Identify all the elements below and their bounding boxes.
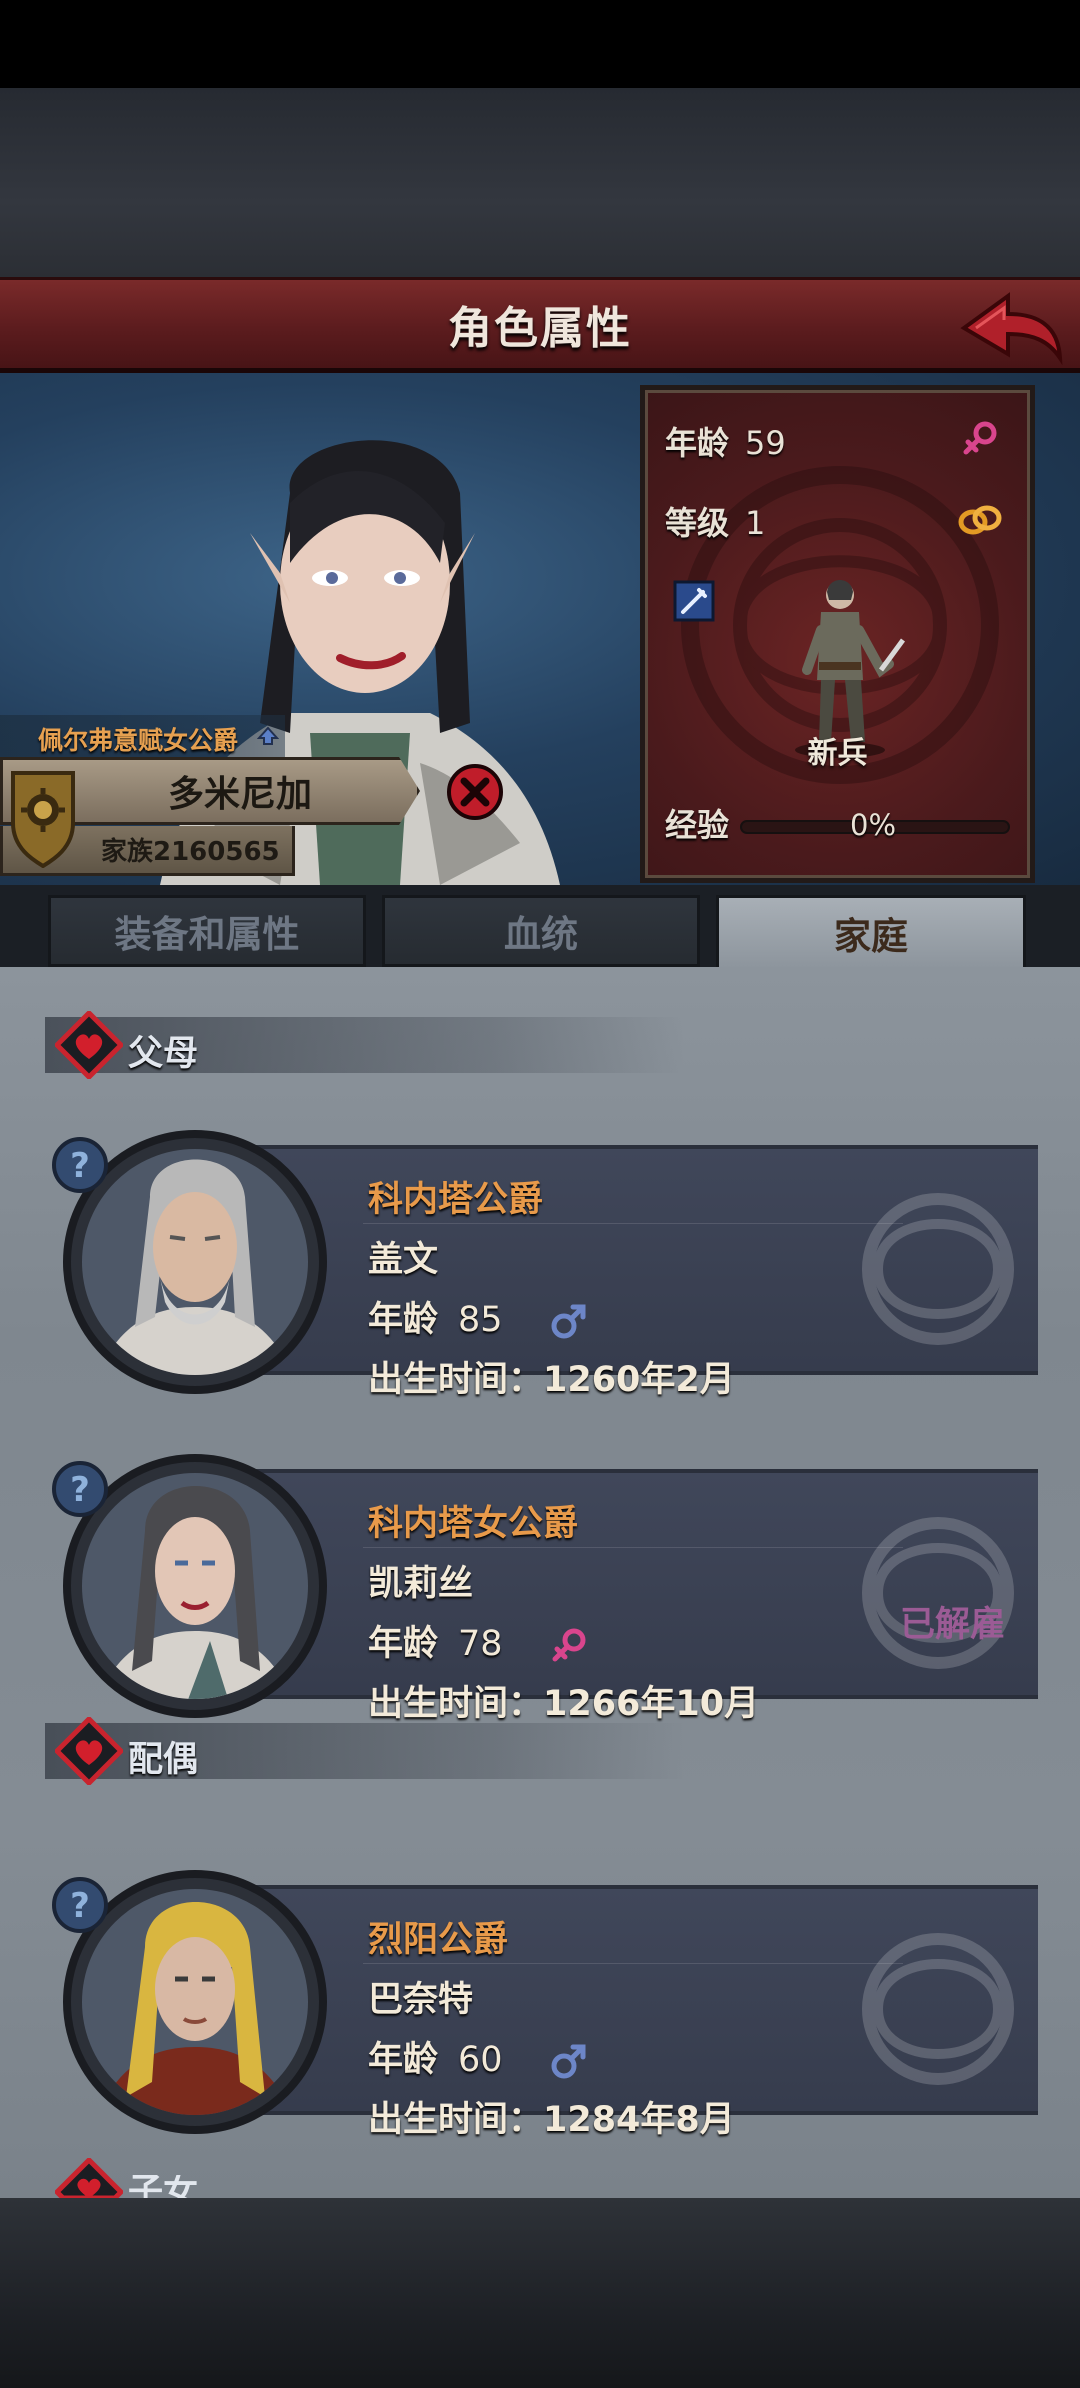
divider	[363, 1963, 903, 1964]
svg-text:?: ?	[70, 1470, 90, 1510]
age-stat: 年龄 59	[665, 418, 786, 464]
knot-decoration	[862, 1933, 1014, 2085]
family-shield-icon[interactable]	[8, 768, 78, 868]
dismissed-status: 已解雇	[900, 1605, 1006, 1645]
knot-decoration	[862, 1193, 1014, 1345]
family-content: 父母 ? 科内塔公爵 盖文 年龄 85 出生时间：1260年2月 ? 科内塔女公…	[0, 967, 1080, 2198]
age-value: 60	[458, 2040, 503, 2080]
age-value: 59	[745, 424, 786, 462]
heart-icon	[55, 2158, 123, 2198]
member-rank: 科内塔公爵	[368, 1180, 544, 1220]
divider	[363, 1547, 903, 1548]
spouse-section-header: 配偶	[45, 1717, 685, 1785]
age-value: 85	[458, 1300, 503, 1340]
member-card-father[interactable]: ? 科内塔公爵 盖文 年龄 85 出生时间：1260年2月	[45, 1127, 1038, 1400]
tab-equipment[interactable]: 装备和属性	[48, 895, 366, 967]
member-card-mother[interactable]: ? 科内塔女公爵 凯莉丝 年龄 78 出生时间：1266年10月 已解雇	[45, 1451, 1038, 1724]
help-icon[interactable]: ?	[50, 1135, 110, 1195]
female-icon	[963, 421, 997, 455]
character-name: 多米尼加	[168, 774, 313, 815]
level-stat: 等级 1	[665, 498, 765, 544]
stats-panel: 年龄 59 等级 1 新兵 经验 0%	[640, 385, 1035, 883]
exp-label: 经验	[665, 806, 730, 844]
age-label: 年龄	[368, 1624, 439, 1664]
class-label: 新兵	[807, 736, 868, 771]
female-icon	[552, 1628, 586, 1662]
level-value: 1	[745, 504, 766, 542]
parents-section-header: 父母	[45, 1011, 685, 1079]
member-age: 年龄 85	[368, 1291, 589, 1342]
divider	[363, 1223, 903, 1224]
member-birth: 出生时间：1284年8月	[368, 2100, 735, 2140]
parents-title: 父母	[128, 1034, 199, 1074]
knot-decoration	[862, 1517, 1014, 1669]
character-title: 佩尔弗意赋女公爵	[0, 715, 285, 757]
age-label: 年龄	[368, 1300, 439, 1340]
member-name: 凯莉丝	[368, 1564, 474, 1604]
svg-text:?: ?	[70, 1146, 90, 1186]
male-icon	[551, 1304, 586, 1339]
background-bottom	[0, 2198, 1080, 2388]
character-title-text: 佩尔弗意赋女公爵	[38, 726, 239, 755]
help-icon[interactable]: ?	[50, 1459, 110, 1519]
ring-icon[interactable]	[955, 500, 1005, 540]
sword-skill-icon[interactable]	[673, 580, 715, 622]
member-name: 巴奈特	[368, 1980, 474, 2020]
exp-value: 0%	[850, 808, 897, 842]
page-title: 角色属性	[448, 303, 632, 354]
help-icon[interactable]: ?	[50, 1875, 110, 1935]
member-rank: 科内塔女公爵	[368, 1504, 579, 1544]
tab-family[interactable]: 家庭	[716, 895, 1026, 967]
member-rank: 烈阳公爵	[368, 1920, 509, 1960]
member-birth: 出生时间：1266年10月	[368, 1684, 760, 1724]
age-label: 年龄	[665, 424, 730, 462]
exp-stat: 经验	[665, 800, 729, 846]
member-age: 年龄 60	[368, 2031, 589, 2082]
status-bar-area	[0, 0, 1080, 88]
background-top	[0, 88, 1080, 278]
rank-up-icon	[257, 726, 279, 745]
member-birth: 出生时间：1260年2月	[368, 1360, 735, 1400]
heart-icon	[55, 1717, 123, 1785]
tab-bloodline[interactable]: 血统	[382, 895, 700, 967]
spouse-title: 配偶	[128, 1740, 199, 1780]
close-icon[interactable]	[446, 763, 504, 821]
member-name: 盖文	[368, 1240, 439, 1280]
member-age: 年龄 78	[368, 1615, 589, 1666]
children-title: 子女	[128, 2175, 199, 2198]
age-label: 年龄	[368, 2040, 439, 2080]
svg-text:?: ?	[70, 1886, 90, 1926]
age-value: 78	[458, 1624, 503, 1664]
member-card-spouse[interactable]: ? 烈阳公爵 巴奈特 年龄 60 出生时间：1284年8月	[45, 1867, 1038, 2140]
title-bar: 角色属性	[0, 277, 1080, 373]
level-label: 等级	[665, 504, 730, 542]
heart-icon	[55, 1011, 123, 1079]
back-arrow-icon[interactable]	[956, 288, 1066, 366]
male-icon	[551, 2044, 586, 2079]
